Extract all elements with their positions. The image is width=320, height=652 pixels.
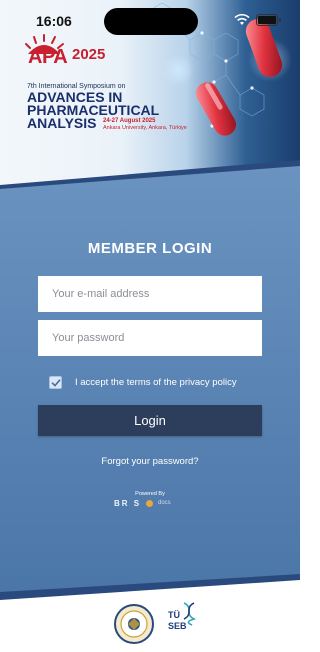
forgot-password-link[interactable]: Forgot your password? <box>0 456 300 467</box>
brosdocs-logo: BR S docs <box>114 499 188 511</box>
login-button[interactable]: Login <box>38 405 262 436</box>
apa-logo: APA 2025 <box>24 34 124 74</box>
tuseb-line-2: SEB <box>168 621 187 631</box>
brand-bros: BR S <box>114 499 142 508</box>
brand-dot-icon <box>146 500 153 507</box>
password-input[interactable] <box>38 320 262 356</box>
logo-year: 2025 <box>72 46 106 63</box>
login-screen: APA 2025 7th International Symposium on … <box>0 0 300 652</box>
capsule-image-1 <box>196 82 236 136</box>
terms-checkbox[interactable] <box>49 376 62 389</box>
university-seal-icon <box>114 604 154 644</box>
terms-label[interactable]: I accept the terms of the privacy policy <box>75 377 237 388</box>
dynamic-island <box>104 8 198 35</box>
tuseb-logo: TÜ SEB <box>168 602 196 644</box>
powered-by-label: Powered By <box>135 491 165 497</box>
email-input[interactable] <box>38 276 262 312</box>
logo-text: APA <box>28 46 68 68</box>
battery-icon <box>256 14 281 26</box>
event-venue: Ankara University, Ankara, Türkiye <box>103 124 187 131</box>
tuseb-line-1: TÜ <box>168 610 180 620</box>
login-heading: MEMBER LOGIN <box>87 240 213 257</box>
status-time: 16:06 <box>36 13 72 29</box>
brand-docs: docs <box>158 500 171 506</box>
checkmark-icon <box>51 379 61 387</box>
wifi-icon <box>234 14 250 25</box>
symposium-dates: 24-27 August 2025 Ankara University, Ank… <box>103 118 187 131</box>
status-bar: 16:06 <box>0 0 300 40</box>
